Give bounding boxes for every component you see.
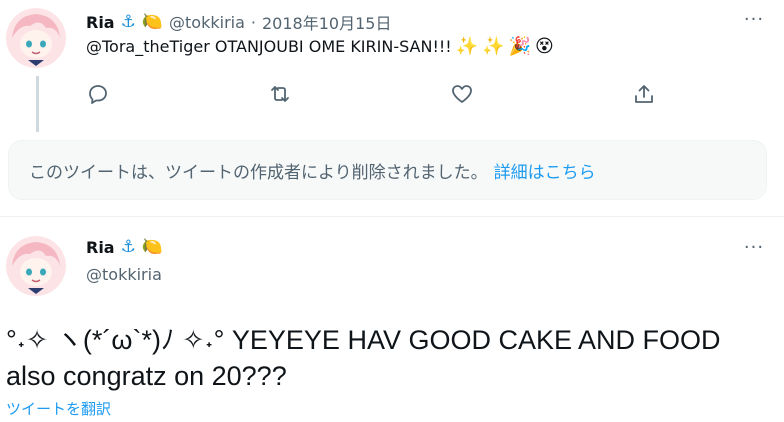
author-handle[interactable]: @tokkiria	[169, 13, 245, 32]
sparkles-icon: ✨	[455, 36, 479, 57]
lemon-icon: 🍋	[141, 237, 164, 257]
author-name[interactable]: Ria	[86, 238, 115, 257]
anchor-icon: ⚓	[120, 11, 136, 32]
reply-icon[interactable]	[86, 82, 112, 108]
author-handle[interactable]: @tokkiria	[86, 265, 163, 284]
learn-more-link[interactable]: 詳細はこちら	[494, 158, 596, 183]
divider	[0, 216, 784, 217]
tweet-date[interactable]: 2018年10月15日	[262, 10, 391, 34]
deleted-notice-text: このツイートは、ツイートの作成者により削除されました。	[29, 162, 488, 183]
retweet-icon[interactable]	[268, 82, 294, 108]
thread-connector	[36, 76, 39, 132]
lemon-icon: 🍋	[141, 11, 164, 32]
anchor-icon: ⚓	[120, 237, 136, 257]
tweet-text-body: @Tora_theTiger OTANJOUBI OME KIRIN-SAN!!…	[86, 37, 452, 56]
separator-dot: ·	[250, 12, 256, 32]
tweet-text-line: also congratz on 20???	[6, 361, 287, 391]
party-popper-icon: 🎉	[508, 36, 531, 57]
dizzy-face-icon: 😵	[534, 36, 554, 57]
sparkles-icon: ✨	[482, 36, 505, 57]
tweet-text: @Tora_theTiger OTANJOUBI OME KIRIN-SAN!!…	[86, 36, 554, 57]
share-icon[interactable]	[632, 82, 658, 108]
more-options-icon[interactable]: ···	[742, 239, 766, 266]
avatar[interactable]	[6, 8, 66, 68]
avatar[interactable]	[6, 236, 66, 296]
more-options-icon[interactable]: ···	[742, 11, 766, 38]
like-icon[interactable]	[450, 82, 476, 108]
translate-tweet-link[interactable]: ツイートを翻訳	[6, 398, 111, 419]
tweet-text: °˖✧ ヽ(*´ω`*)ﾉ ✧˖° YEYEYE HAV GOOD CAKE A…	[6, 322, 721, 394]
author-name[interactable]: Ria	[86, 13, 115, 32]
tweet-actions	[86, 82, 676, 108]
author-block: Ria ⚓ 🍋 @tokkiria	[86, 238, 163, 284]
tweet-text-line: °˖✧ ヽ(*´ω`*)ﾉ ✧˖° YEYEYE HAV GOOD CAKE A…	[6, 325, 721, 355]
deleted-tweet-notice: このツイートは、ツイートの作成者により削除されました。 詳細はこちら	[8, 140, 767, 200]
